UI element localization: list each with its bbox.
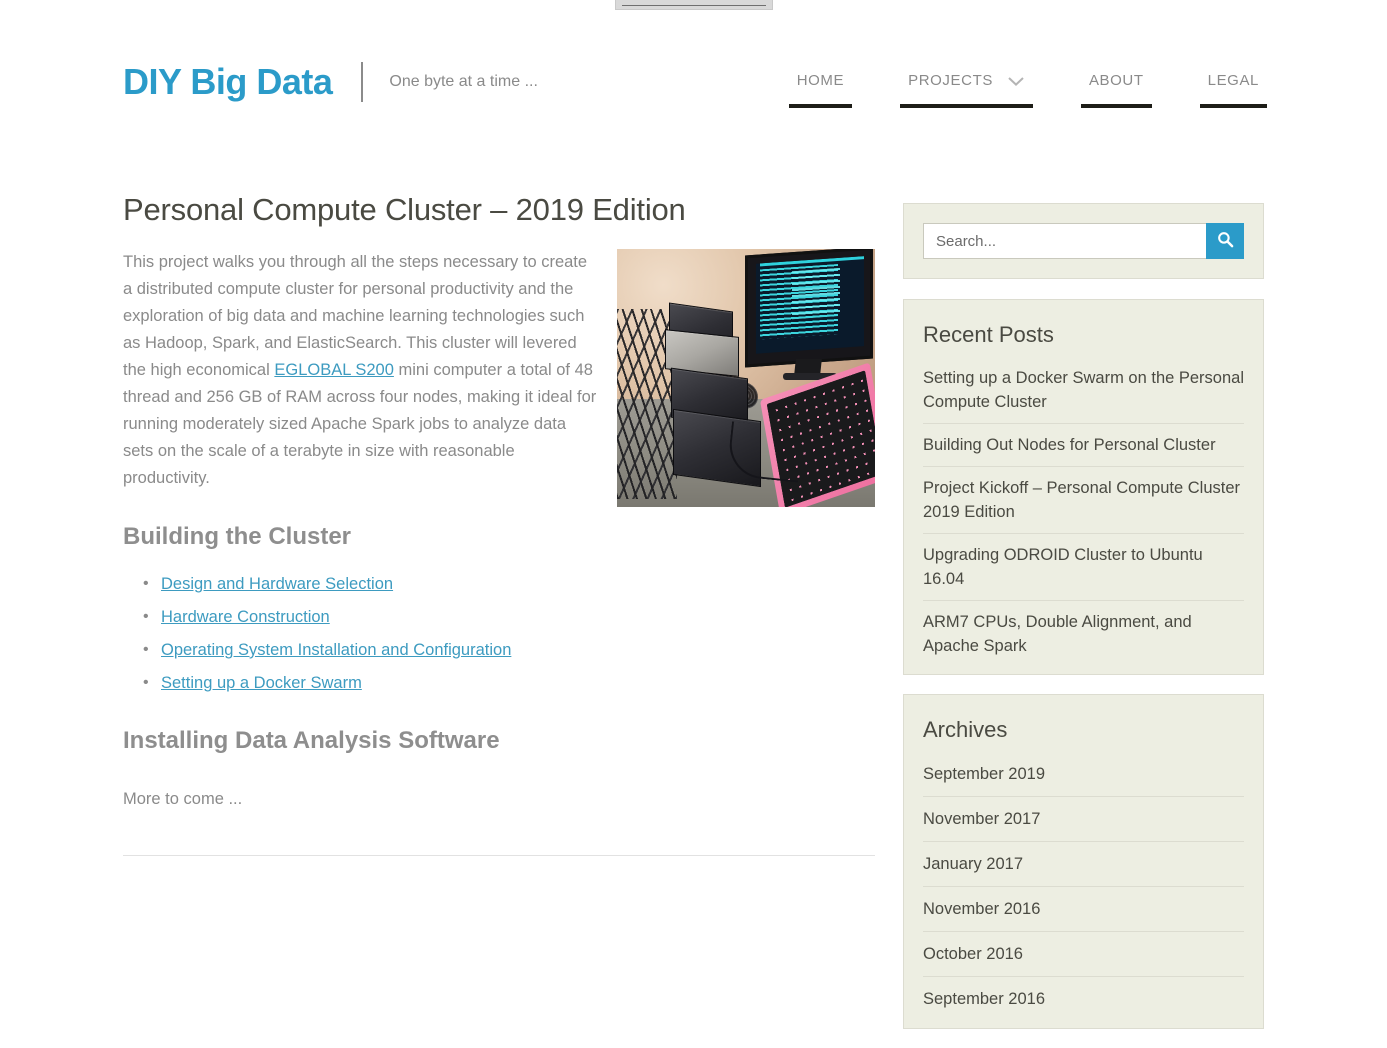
nav-label-projects: PROJECTS bbox=[908, 72, 993, 89]
link-operating-system-installation[interactable]: Operating System Installation and Config… bbox=[161, 641, 511, 659]
list-item: Upgrading ODROID Cluster to Ubuntu 16.04 bbox=[923, 534, 1244, 601]
recent-post-link-3[interactable]: Project Kickoff – Personal Compute Clust… bbox=[923, 476, 1244, 524]
nav-item-projects[interactable]: PROJECTS bbox=[900, 68, 1033, 108]
nav-underline-home bbox=[788, 104, 853, 108]
main-navigation: HOME PROJECTS ABOUT LEGAL bbox=[788, 68, 1267, 108]
archive-link-4[interactable]: November 2016 bbox=[923, 896, 1244, 922]
chevron-down-icon[interactable] bbox=[1007, 76, 1025, 87]
sidebar: Recent Posts Setting up a Docker Swarm o… bbox=[903, 203, 1264, 1048]
list-item: October 2016 bbox=[923, 932, 1244, 977]
link-design-and-hardware-selection[interactable]: Design and Hardware Selection bbox=[161, 575, 393, 593]
list-item: Hardware Construction bbox=[143, 605, 875, 630]
nav-item-legal[interactable]: LEGAL bbox=[1199, 68, 1267, 108]
link-setting-up-a-docker-swarm[interactable]: Setting up a Docker Swarm bbox=[161, 674, 362, 692]
archive-link-6[interactable]: September 2016 bbox=[923, 986, 1244, 1012]
closing-paragraph: More to come ... bbox=[123, 790, 243, 808]
site-header: DIY Big Data One byte at a time ... HOME… bbox=[0, 48, 1387, 128]
recent-post-link-1[interactable]: Setting up a Docker Swarm on the Persona… bbox=[923, 366, 1244, 414]
cluster-photo bbox=[617, 249, 875, 507]
article-column: Personal Compute Cluster – 2019 Edition bbox=[123, 190, 875, 864]
photo-monitor bbox=[745, 249, 873, 368]
recent-posts-list: Setting up a Docker Swarm on the Persona… bbox=[923, 357, 1244, 667]
nav-underline-legal bbox=[1199, 104, 1267, 108]
lead-text-after-link: mini computer a total of 48 thread and 2… bbox=[123, 361, 597, 487]
section-heading-building-the-cluster: Building the Cluster bbox=[123, 523, 351, 550]
archive-link-5[interactable]: October 2016 bbox=[923, 941, 1244, 967]
search-icon bbox=[1217, 231, 1234, 251]
site-title[interactable]: DIY Big Data bbox=[123, 60, 333, 104]
search-widget bbox=[903, 203, 1264, 279]
nav-label-legal: LEGAL bbox=[1207, 72, 1259, 89]
list-item: Project Kickoff – Personal Compute Clust… bbox=[923, 467, 1244, 534]
cluster-step-links: Design and Hardware Selection Hardware C… bbox=[123, 572, 875, 696]
nav-row-legal: LEGAL bbox=[1200, 68, 1267, 94]
list-item: Design and Hardware Selection bbox=[143, 572, 875, 597]
top-search-overlay[interactable]: Search... bbox=[615, 0, 773, 10]
archive-link-3[interactable]: January 2017 bbox=[923, 851, 1244, 877]
nav-row-home: HOME bbox=[789, 68, 852, 94]
nav-label-home: HOME bbox=[796, 72, 845, 89]
brand-block[interactable]: DIY Big Data One byte at a time ... bbox=[123, 60, 538, 104]
site-tagline: One byte at a time ... bbox=[389, 73, 538, 90]
photo-monitor-screen bbox=[756, 256, 864, 354]
nav-item-about[interactable]: ABOUT bbox=[1080, 68, 1152, 108]
list-item: November 2017 bbox=[923, 797, 1244, 842]
list-item: Setting up a Docker Swarm on the Persona… bbox=[923, 357, 1244, 424]
photo-screen-code-block bbox=[792, 267, 840, 320]
list-item: Building Out Nodes for Personal Cluster bbox=[923, 424, 1244, 467]
recent-post-link-4[interactable]: Upgrading ODROID Cluster to Ubuntu 16.04 bbox=[923, 543, 1244, 591]
nav-label-about: ABOUT bbox=[1088, 72, 1144, 89]
top-search-field[interactable]: Search... bbox=[622, 0, 766, 6]
list-item: November 2016 bbox=[923, 887, 1244, 932]
nav-row-about: ABOUT bbox=[1081, 68, 1152, 94]
archive-link-1[interactable]: September 2019 bbox=[923, 761, 1244, 787]
archives-title: Archives bbox=[923, 717, 1008, 742]
page-title: Personal Compute Cluster – 2019 Edition bbox=[123, 192, 686, 227]
list-item: September 2019 bbox=[923, 752, 1244, 797]
section-heading-installing-data-analysis-software: Installing Data Analysis Software bbox=[123, 727, 500, 754]
article-divider bbox=[123, 855, 875, 856]
list-item: Setting up a Docker Swarm bbox=[143, 671, 875, 696]
archives-widget: Archives September 2019 November 2017 Ja… bbox=[903, 694, 1264, 1029]
nav-row-projects: PROJECTS bbox=[900, 68, 1033, 94]
search-button[interactable] bbox=[1206, 223, 1244, 259]
nav-item-home[interactable]: HOME bbox=[788, 68, 853, 108]
eglobal-s200-link[interactable]: EGLOBAL S200 bbox=[274, 361, 394, 379]
brand-divider bbox=[361, 62, 364, 102]
list-item: ARM7 CPUs, Double Alignment, and Apache … bbox=[923, 601, 1244, 667]
recent-posts-title: Recent Posts bbox=[923, 322, 1054, 347]
lead-paragraph: This project walks you through all the s… bbox=[123, 249, 601, 492]
link-hardware-construction[interactable]: Hardware Construction bbox=[161, 608, 330, 626]
recent-post-link-2[interactable]: Building Out Nodes for Personal Cluster bbox=[923, 433, 1244, 457]
recent-posts-widget: Recent Posts Setting up a Docker Swarm o… bbox=[903, 299, 1264, 675]
list-item: January 2017 bbox=[923, 842, 1244, 887]
nav-underline-projects bbox=[900, 104, 1033, 108]
recent-post-link-5[interactable]: ARM7 CPUs, Double Alignment, and Apache … bbox=[923, 610, 1244, 658]
nav-underline-about bbox=[1080, 104, 1152, 108]
search-row bbox=[923, 223, 1244, 259]
search-input[interactable] bbox=[923, 223, 1206, 259]
archive-link-2[interactable]: November 2017 bbox=[923, 806, 1244, 832]
list-item: Operating System Installation and Config… bbox=[143, 638, 875, 663]
archives-list: September 2019 November 2017 January 201… bbox=[923, 752, 1244, 1021]
list-item: September 2016 bbox=[923, 977, 1244, 1021]
